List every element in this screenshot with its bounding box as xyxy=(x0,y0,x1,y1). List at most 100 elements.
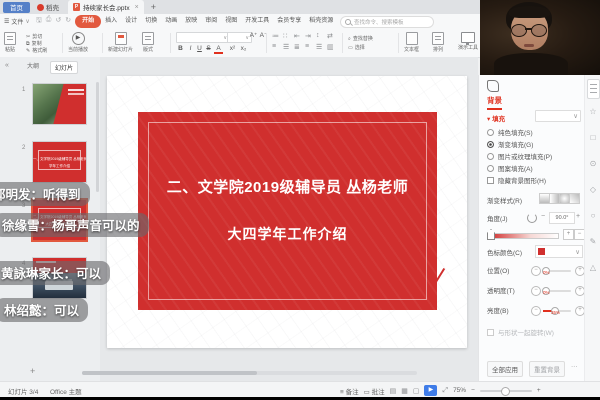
underline-button[interactable]: U xyxy=(195,45,204,52)
zoom-slider[interactable] xyxy=(480,390,532,392)
home-tab[interactable]: 首页 xyxy=(3,2,30,13)
sidebar-clock-icon[interactable]: ⊙ xyxy=(585,159,600,168)
new-slide-button[interactable]: 新建幻灯片 xyxy=(108,32,133,53)
superscript-button[interactable]: x² xyxy=(228,45,237,52)
collapse-panel-icon[interactable]: « xyxy=(5,62,9,69)
justify-icon[interactable]: ≡ xyxy=(305,43,309,50)
fit-to-window-icon[interactable]: ⤢ xyxy=(442,387,448,395)
normal-view-icon[interactable]: ▤ xyxy=(390,387,397,395)
gradient-stop-handle[interactable] xyxy=(487,229,495,240)
play-from-current-button[interactable]: ▶ 当前播放 xyxy=(68,32,88,53)
scrollbar-thumb[interactable] xyxy=(82,371,257,375)
notes-toggle[interactable]: ≡ 备注 xyxy=(340,386,359,396)
font-name-select[interactable]: ∨ xyxy=(176,32,230,43)
panel-list-button[interactable] xyxy=(587,79,600,99)
numbering-icon[interactable]: ∷ xyxy=(283,32,287,40)
radio-gradient-fill[interactable]: 渐变填充(G) xyxy=(487,139,533,149)
gradient-stops-bar[interactable] xyxy=(489,233,559,239)
slider-decrease-button[interactable]: − xyxy=(531,266,541,276)
bullets-icon[interactable]: ≔ xyxy=(272,32,279,40)
slide-sorter-icon[interactable]: ▦ xyxy=(401,387,408,395)
stop-color-dropdown[interactable]: ∨ xyxy=(535,245,583,258)
slide-thumbnail-2[interactable]: 一、文学院2019级辅导员 丛杨老师 学年工作介绍 xyxy=(33,142,86,182)
italic-button[interactable]: I xyxy=(186,45,195,52)
slide-title-line1[interactable]: 二、文学院2019级辅导员 丛杨老师 xyxy=(138,176,437,197)
angle-decrease-button[interactable]: − xyxy=(541,213,545,220)
indent-decrease-icon[interactable]: ⇤ xyxy=(294,32,300,40)
red-rectangle-shape[interactable]: 二、文学院2019级辅导员 丛杨老师 大四学年工作介绍 xyxy=(138,112,437,310)
print-icon[interactable]: ⎙ xyxy=(46,16,52,27)
tab-docer-resources[interactable]: 稻壳资源 xyxy=(305,15,337,28)
redo-icon[interactable]: ↻ xyxy=(65,16,71,27)
gradient-style-option[interactable] xyxy=(569,193,580,204)
increase-font-icon[interactable]: A⁺ xyxy=(249,31,258,39)
rotate-angle-icon[interactable] xyxy=(527,213,537,223)
indent-increase-icon[interactable]: ⇥ xyxy=(305,32,311,40)
comments-toggle[interactable]: ▭ 批注 xyxy=(364,386,385,396)
present-tools-button[interactable]: 演示工具 xyxy=(458,32,478,51)
tab-review[interactable]: 审阅 xyxy=(201,15,221,28)
slideshow-play-button[interactable]: ▶ xyxy=(424,385,437,396)
textbox-button[interactable]: 文本框 xyxy=(404,32,419,53)
line-spacing-icon[interactable]: ↕ xyxy=(316,32,320,39)
sidebar-pen-icon[interactable]: ✎ xyxy=(585,237,600,246)
zoom-slider-handle[interactable] xyxy=(501,387,510,396)
close-tab-icon[interactable]: × xyxy=(135,4,139,11)
reading-view-icon[interactable]: ▢ xyxy=(413,387,420,395)
panel-title-background[interactable]: 背景 xyxy=(487,95,502,110)
tab-devtools[interactable]: 开发工具 xyxy=(241,15,273,28)
zoom-percentage[interactable]: 75% xyxy=(453,387,466,394)
command-search-input[interactable]: 查找命令、搜索模板 xyxy=(340,16,434,28)
document-tab[interactable]: P 持续家长会.pptx × xyxy=(68,0,144,14)
checkbox-hide-background[interactable]: 隐藏背景图形(H) xyxy=(487,175,546,185)
tab-slideshow[interactable]: 放映 xyxy=(181,15,201,28)
add-slide-button[interactable]: + xyxy=(30,366,35,376)
fill-preset-dropdown[interactable]: ∨ xyxy=(535,110,581,122)
radio-solid-fill[interactable]: 纯色填充(S) xyxy=(487,127,533,137)
bold-button[interactable]: B xyxy=(176,45,185,52)
slide-page[interactable]: 二、文学院2019级辅导员 丛杨老师 大四学年工作介绍 xyxy=(107,76,467,348)
sidebar-shape-icon[interactable]: □ xyxy=(585,133,600,142)
sidebar-triangle-icon[interactable]: △ xyxy=(585,263,600,272)
new-tab-button[interactable]: + xyxy=(151,2,156,12)
font-color-button[interactable]: A xyxy=(214,45,223,54)
checkbox-rotate-with-shape[interactable]: 与形状一起旋转(W) xyxy=(487,327,554,337)
cut-button[interactable]: ✂剪切 xyxy=(26,33,42,40)
reset-background-button[interactable]: 重置背景 xyxy=(529,361,565,377)
sidebar-pin-icon[interactable]: ○ xyxy=(585,211,600,220)
sidebar-star-icon[interactable]: ☆ xyxy=(585,107,600,116)
fill-section-header[interactable]: ▾ 填充 xyxy=(487,113,505,123)
format-painter-button[interactable]: ✎格式刷 xyxy=(26,47,47,54)
slider-decrease-button[interactable]: − xyxy=(531,306,541,316)
tab-outline[interactable]: 大纲 xyxy=(27,61,39,70)
tab-slides[interactable]: 幻灯片 xyxy=(50,61,78,74)
columns-icon[interactable]: ▥ xyxy=(327,43,334,51)
tab-member[interactable]: 会员专享 xyxy=(273,15,305,28)
tab-animation[interactable]: 动画 xyxy=(161,15,181,28)
tab-home[interactable]: 开始 xyxy=(75,15,101,28)
save-icon[interactable]: 🖫 xyxy=(36,16,42,27)
distribute-icon[interactable]: ☰ xyxy=(316,43,322,51)
slide-layout-button[interactable]: 版式 xyxy=(142,32,154,53)
file-menu-button[interactable]: ☰ 文件 ∨ xyxy=(4,17,30,26)
select-button[interactable]: ▭选择 xyxy=(348,44,365,51)
align-right-icon[interactable]: ≣ xyxy=(294,43,300,51)
add-stop-button[interactable]: + xyxy=(563,229,574,240)
webcam-video[interactable] xyxy=(480,0,600,75)
strikethrough-button[interactable]: S xyxy=(204,45,213,52)
align-left-icon[interactable]: ≡ xyxy=(272,43,276,50)
tab-insert[interactable]: 插入 xyxy=(101,15,121,28)
angle-value[interactable]: 90.0° xyxy=(549,212,575,224)
horizontal-scrollbar[interactable] xyxy=(82,371,417,375)
slide-thumbnail-1[interactable] xyxy=(33,84,86,124)
find-replace-button[interactable]: ⌕查找替换 xyxy=(348,35,373,42)
slide-title-line2[interactable]: 大四学年工作介绍 xyxy=(138,224,437,244)
tab-view[interactable]: 视图 xyxy=(221,15,241,28)
slider-decrease-button[interactable]: − xyxy=(531,286,541,296)
docer-tab[interactable]: 稻壳 xyxy=(37,2,59,12)
undo-icon[interactable]: ↺ xyxy=(55,16,61,27)
zoom-in-button[interactable]: + xyxy=(537,387,541,394)
zoom-out-button[interactable]: − xyxy=(471,387,475,394)
align-center-icon[interactable]: ☰ xyxy=(283,43,289,51)
slide-editing-area[interactable]: 二、文学院2019级辅导员 丛杨老师 大四学年工作介绍 xyxy=(100,57,478,381)
